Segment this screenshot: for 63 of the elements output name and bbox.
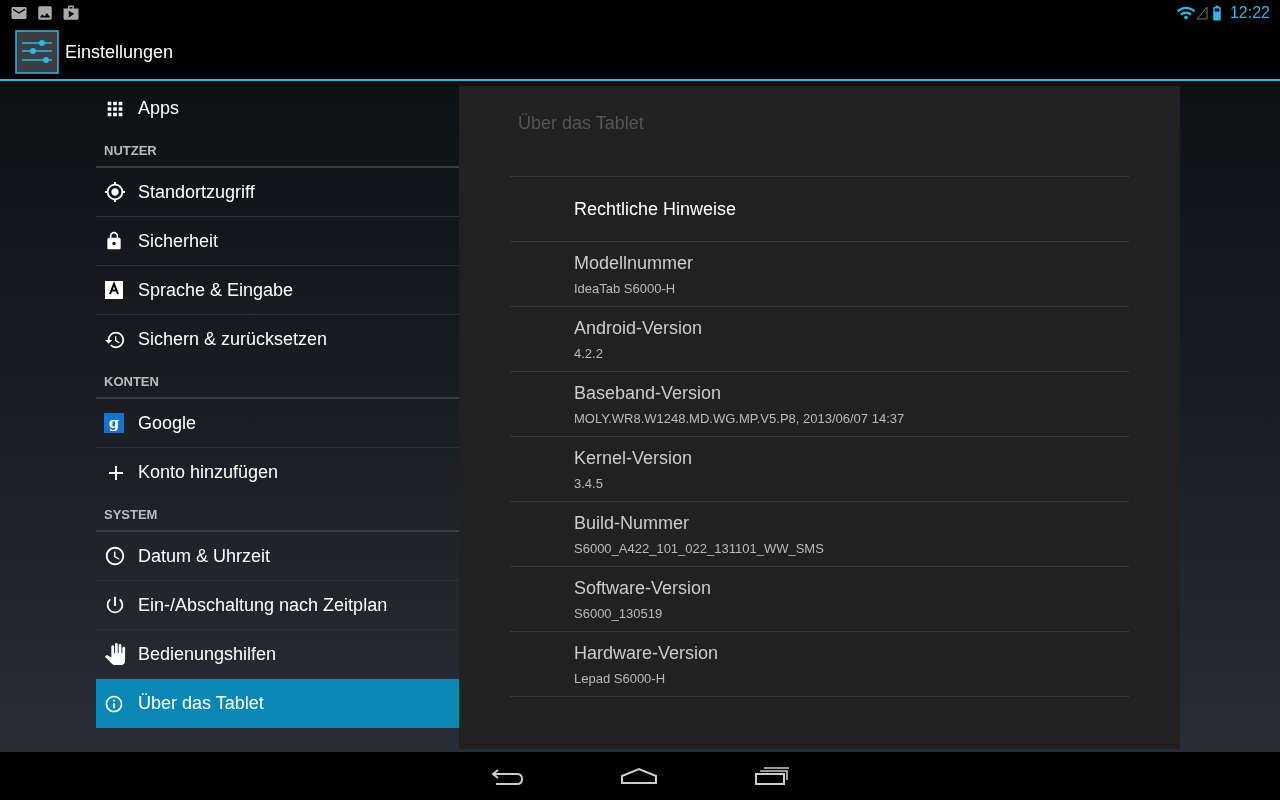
row-summary: 3.4.5 xyxy=(574,474,604,493)
sidebar-label: Sprache & Eingabe xyxy=(138,278,294,302)
row-summary: S6000_130519 xyxy=(574,604,664,623)
sidebar-item[interactable]: Apps xyxy=(96,84,459,133)
info-row[interactable]: Android-Version 4.2.2 xyxy=(510,307,1129,372)
row-summary: 4.2.2 xyxy=(574,344,604,363)
recent-apps-icon[interactable] xyxy=(754,766,790,786)
sidebar-label: Google xyxy=(138,411,197,435)
sidebar-item[interactable]: Ein-/Abschaltung nach Zeitplan xyxy=(96,581,459,630)
sidebar-item[interactable]: Sprache & Eingabe xyxy=(96,266,459,315)
sidebar-label: Datum & Uhrzeit xyxy=(138,544,271,568)
sidebar-label: Standortzugriff xyxy=(138,180,255,204)
info-row[interactable]: Baseband-Version MOLY.WR8.W1248.MD.WG.MP.V5.P8, 2013/06/07 14:37 xyxy=(510,372,1129,437)
sidebar-item[interactable]: Datum & Uhrzeit xyxy=(96,532,459,581)
clock-icon xyxy=(104,545,126,567)
shopping-bag-icon xyxy=(62,3,80,22)
row-title: Android-Version xyxy=(574,316,704,340)
sidebar-item[interactable]: Sicherheit xyxy=(96,217,459,266)
info-row[interactable]: Rechtliche Hinweise xyxy=(510,177,1129,242)
sidebar-item[interactable]: Standortzugriff xyxy=(96,168,459,217)
row-title: Rechtliche Hinweise xyxy=(574,197,738,221)
location-icon xyxy=(104,181,126,203)
sidebar-item[interactable]: Konto hinzufügen xyxy=(96,448,459,497)
app-title: Einstellungen xyxy=(65,40,174,64)
info-row[interactable]: Kernel-Version 3.4.5 xyxy=(510,437,1129,502)
row-summary: IdeaTab S6000-H xyxy=(574,279,677,298)
home-icon[interactable] xyxy=(620,767,658,785)
section-header: KONTEN xyxy=(96,366,459,399)
sidebar-label: Konto hinzufügen xyxy=(138,461,279,484)
row-title: Modellnummer xyxy=(574,251,695,275)
row-title: Build-Nummer xyxy=(574,511,691,535)
row-summary: Lepad S6000-H xyxy=(574,669,667,688)
image-icon xyxy=(36,3,54,22)
info-icon xyxy=(104,693,124,714)
lock-icon xyxy=(104,231,124,251)
row-summary: S6000_A422_101_022_131101_WW_SMS xyxy=(574,539,825,558)
row-title: Hardware-Version xyxy=(574,641,720,665)
sidebar-item[interactable]: Sichern & zurücksetzen xyxy=(96,315,459,364)
sidebar-item[interactable]: g Google xyxy=(96,399,459,448)
g-icon: g xyxy=(104,413,124,433)
settings-icon[interactable] xyxy=(15,30,59,74)
sidebar-label: Sicherheit xyxy=(138,229,219,253)
row-title: Software-Version xyxy=(574,576,713,600)
sidebar-label: Sichern & zurücksetzen xyxy=(138,328,328,351)
power-icon xyxy=(104,594,126,616)
sidebar-label: Bedienungshilfen xyxy=(138,642,277,666)
sidebar-item[interactable]: Über das Tablet xyxy=(96,679,459,728)
info-row[interactable]: Software-Version S6000_130519 xyxy=(510,567,1129,632)
section-header: NUTZER xyxy=(96,135,459,168)
back-icon[interactable] xyxy=(490,766,524,786)
clock-time: 12:22 xyxy=(1229,2,1270,23)
signal-icon xyxy=(1195,5,1208,20)
info-row[interactable]: Modellnummer IdeaTab S6000-H xyxy=(510,242,1129,307)
info-row[interactable]: Build-Nummer S6000_A422_101_022_131101_WW_SMS xyxy=(510,502,1129,567)
row-title: Baseband-Version xyxy=(574,381,723,405)
info-row[interactable]: Hardware-Version Lepad S6000-H xyxy=(510,632,1129,697)
hand-icon xyxy=(104,643,126,665)
sidebar-label: Ein-/Abschaltung nach Zeitplan xyxy=(138,593,388,617)
sidebar-label: Über das Tablet xyxy=(138,692,264,715)
sidebar-label: Apps xyxy=(138,97,180,120)
row-summary: MOLY.WR8.W1248.MD.WG.MP.V5.P8, 2013/06/07 14:37 xyxy=(574,409,906,428)
section-header: SYSTEM xyxy=(96,499,459,532)
row-title: Kernel-Version xyxy=(574,446,694,470)
